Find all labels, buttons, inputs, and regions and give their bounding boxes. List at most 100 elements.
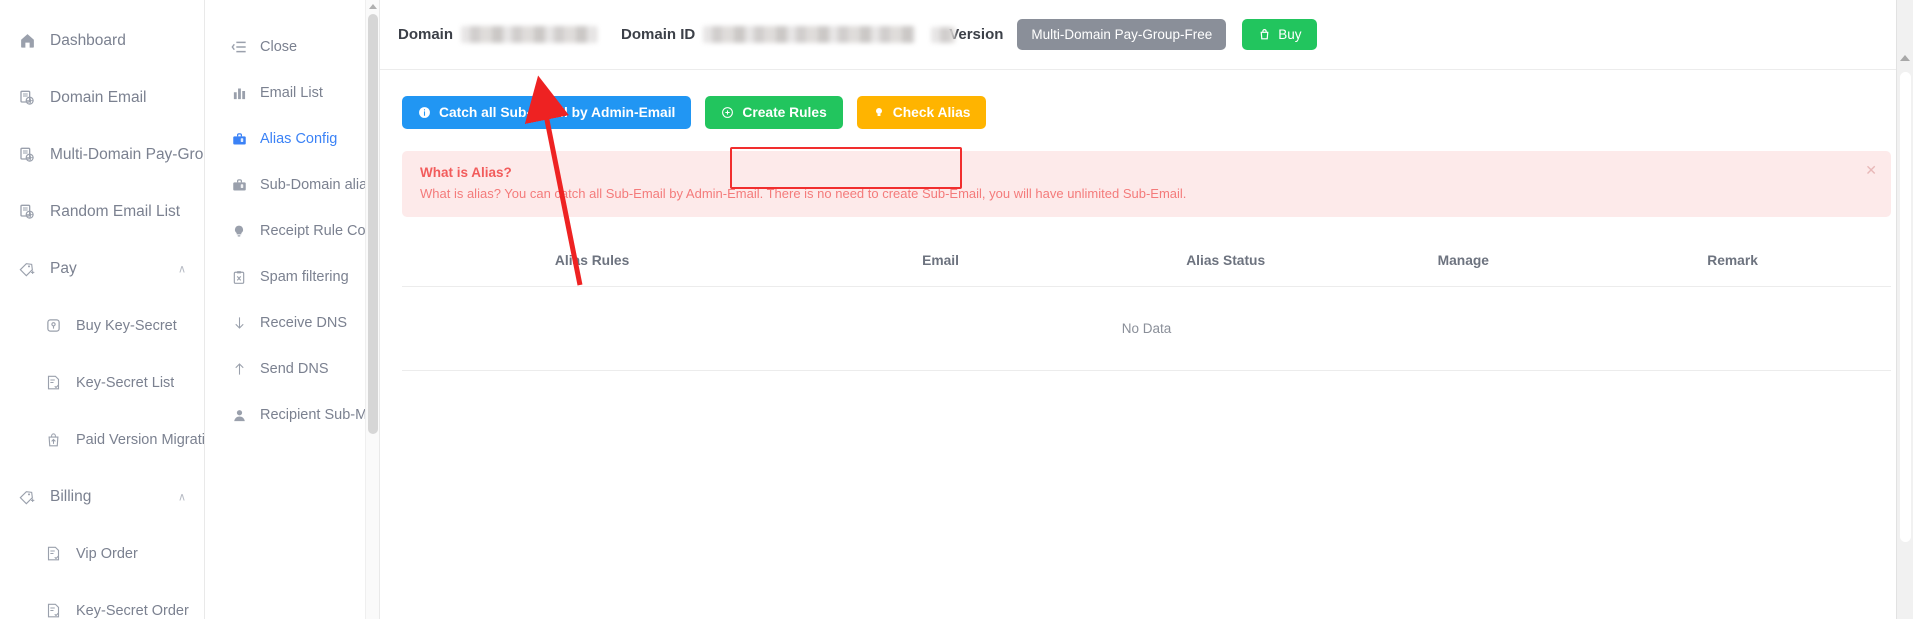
app-root: Dashboard Domain Email Multi-Domain Pay-Gr… [0,0,1913,619]
close-icon[interactable]: ✕ [1865,163,1877,177]
domain-id-field: Domain ID [621,26,925,43]
sidebar-item-label: Vip Order [76,545,138,562]
tag-icon [16,260,38,278]
domain-info-bar: Domain Domain ID Version Multi-Domain Pa… [380,0,1913,70]
submenu-item-label: Spam filtering [260,269,349,285]
plus-circle-icon [721,106,734,119]
sidebar-item-random-email-list[interactable]: Random Email List [0,183,204,240]
sidebar-item-label: Key-Secret Order [76,602,189,619]
page-scrollbar[interactable] [1896,0,1913,619]
clipboard-x-icon [229,268,249,286]
submenu-item-recipient-sub-mail[interactable]: Recipient Sub-Mail [205,392,379,438]
check-alias-label: Check Alias [892,105,971,120]
page-scrollbar-thumb[interactable] [1900,72,1911,542]
alert-title: What is Alias? [420,165,512,180]
sidebar-item-label: Multi-Domain Pay-Group [50,145,204,163]
alert-description: What is alias? You can catch all Sub-Ema… [420,186,1187,201]
secondary-menu-scrollbar[interactable] [365,0,379,619]
submenu-item-receive-dns[interactable]: Receive DNS [205,300,379,346]
submenu-item-label: Sub-Domain alias [260,177,375,193]
no-data-text: No Data [402,286,1891,371]
page-scroll-up-arrow-icon[interactable] [1900,55,1910,61]
secondary-menu: Close Email List Alias Config Sub-Domain al… [205,0,380,619]
sidebar-item-domain-email[interactable]: Domain Email [0,69,204,126]
sidebar-item-billing[interactable]: Billing ∧ [0,468,204,525]
info-circle-icon [418,106,431,119]
list-doc-icon [42,374,64,392]
sidebar-item-multi-domain-pay-group[interactable]: Multi-Domain Pay-Group [0,126,204,183]
submenu-item-receipt-rule-config[interactable]: Receipt Rule Config [205,208,379,254]
submenu-item-label: Alias Config [260,131,338,147]
buy-button-label: Buy [1278,27,1302,42]
user-icon [229,406,249,424]
sidebar-item-key-secret-list[interactable]: Key-Secret List [0,354,204,411]
submenu-item-label: Email List [260,85,323,101]
table-body: No Data [402,286,1891,371]
create-rules-button[interactable]: Create Rules [705,96,843,129]
arrow-up-icon [229,360,249,378]
primary-sidebar: Dashboard Domain Email Multi-Domain Pay-Gr… [0,0,205,619]
sidebar-item-dashboard[interactable]: Dashboard [0,12,204,69]
home-icon [16,32,38,50]
bar-chart-icon [229,84,249,102]
list-doc-icon [42,602,64,619]
table-empty-row: No Data [402,286,1891,371]
sidebar-item-paid-version-migration[interactable]: Paid Version Migration [0,411,204,468]
submenu-item-spam-filtering[interactable]: Spam filtering [205,254,379,300]
briefcase-icon [229,176,249,194]
sidebar-item-label: Domain Email [50,88,147,106]
submenu-item-label: Receive DNS [260,315,348,331]
check-alias-button[interactable]: Check Alias [856,96,987,129]
chevron-up-icon[interactable]: ∧ [178,490,186,503]
sidebar-item-label: Pay [50,259,77,277]
table-header-alias-status: Alias Status [1098,243,1353,287]
alias-table: Alias Rules Email Alias Status Manage Remark… [402,243,1891,371]
what-is-alias-alert: What is Alias? What is alias? You can ca… [402,151,1891,217]
submenu-item-label: Close [260,39,298,55]
upload-bag-icon [42,431,64,449]
domain-field: Domain [398,26,615,43]
alias-table-element: Alias Rules Email Alias Status Manage Remark… [402,243,1891,371]
version-label-partial-redaction [931,26,956,43]
chevron-up-icon[interactable]: ∧ [178,262,186,275]
sidebar-item-key-secret-order[interactable]: Key-Secret Order [0,582,204,619]
submenu-item-label: Recipient Sub-Mail [260,407,380,423]
create-rules-label: Create Rules [742,105,827,120]
sidebar-item-label: Paid Version Migration [76,431,204,448]
globe-doc-icon [16,203,38,221]
catch-all-sub-email-label: Catch all Sub-Email by Admin-Email [439,105,676,120]
scrollbar-thumb[interactable] [368,14,378,434]
submenu-item-email-list[interactable]: Email List [205,70,379,116]
table-header-alias-rules: Alias Rules [402,243,783,287]
action-button-row: Catch all Sub-Email by Admin-Email Creat… [380,70,1913,129]
sidebar-item-label: Random Email List [50,202,181,220]
sidebar-item-vip-order[interactable]: Vip Order [0,525,204,582]
submenu-item-label: Receipt Rule Config [260,223,380,239]
sidebar-item-label: Key-Secret List [76,374,175,391]
globe-doc-icon [16,89,38,107]
globe-doc-icon [16,146,38,164]
domain-id-value-redacted [703,26,916,43]
domain-value-redacted [461,26,598,43]
table-header-email: Email [782,243,1099,287]
sidebar-item-pay[interactable]: Pay ∧ [0,240,204,297]
domain-label: Domain [398,26,454,43]
submenu-item-sub-domain-alias[interactable]: Sub-Domain alias [205,162,379,208]
submenu-item-label: Send DNS [260,361,329,377]
version-badge: Multi-Domain Pay-Group-Free [1017,19,1227,50]
catch-all-sub-email-button[interactable]: Catch all Sub-Email by Admin-Email [402,96,692,129]
buy-button[interactable]: Buy [1242,19,1318,50]
domain-id-label: Domain ID [621,26,696,43]
menu-collapse-icon [229,38,249,56]
table-header-row: Alias Rules Email Alias Status Manage Remark [402,243,1891,287]
submenu-item-alias-config[interactable]: Alias Config [205,116,379,162]
sidebar-item-label: Billing [50,487,92,505]
sidebar-item-buy-key-secret[interactable]: Buy Key-Secret [0,297,204,354]
version-label: Version [949,26,1004,43]
list-doc-icon [42,545,64,563]
main-area: Domain Domain ID Version Multi-Domain Pa… [380,0,1913,619]
submenu-item-send-dns[interactable]: Send DNS [205,346,379,392]
alias-config-panel: Catch all Sub-Email by Admin-Email Creat… [380,70,1913,619]
submenu-item-close[interactable]: Close [205,24,379,70]
scroll-up-arrow-icon[interactable] [368,4,377,9]
